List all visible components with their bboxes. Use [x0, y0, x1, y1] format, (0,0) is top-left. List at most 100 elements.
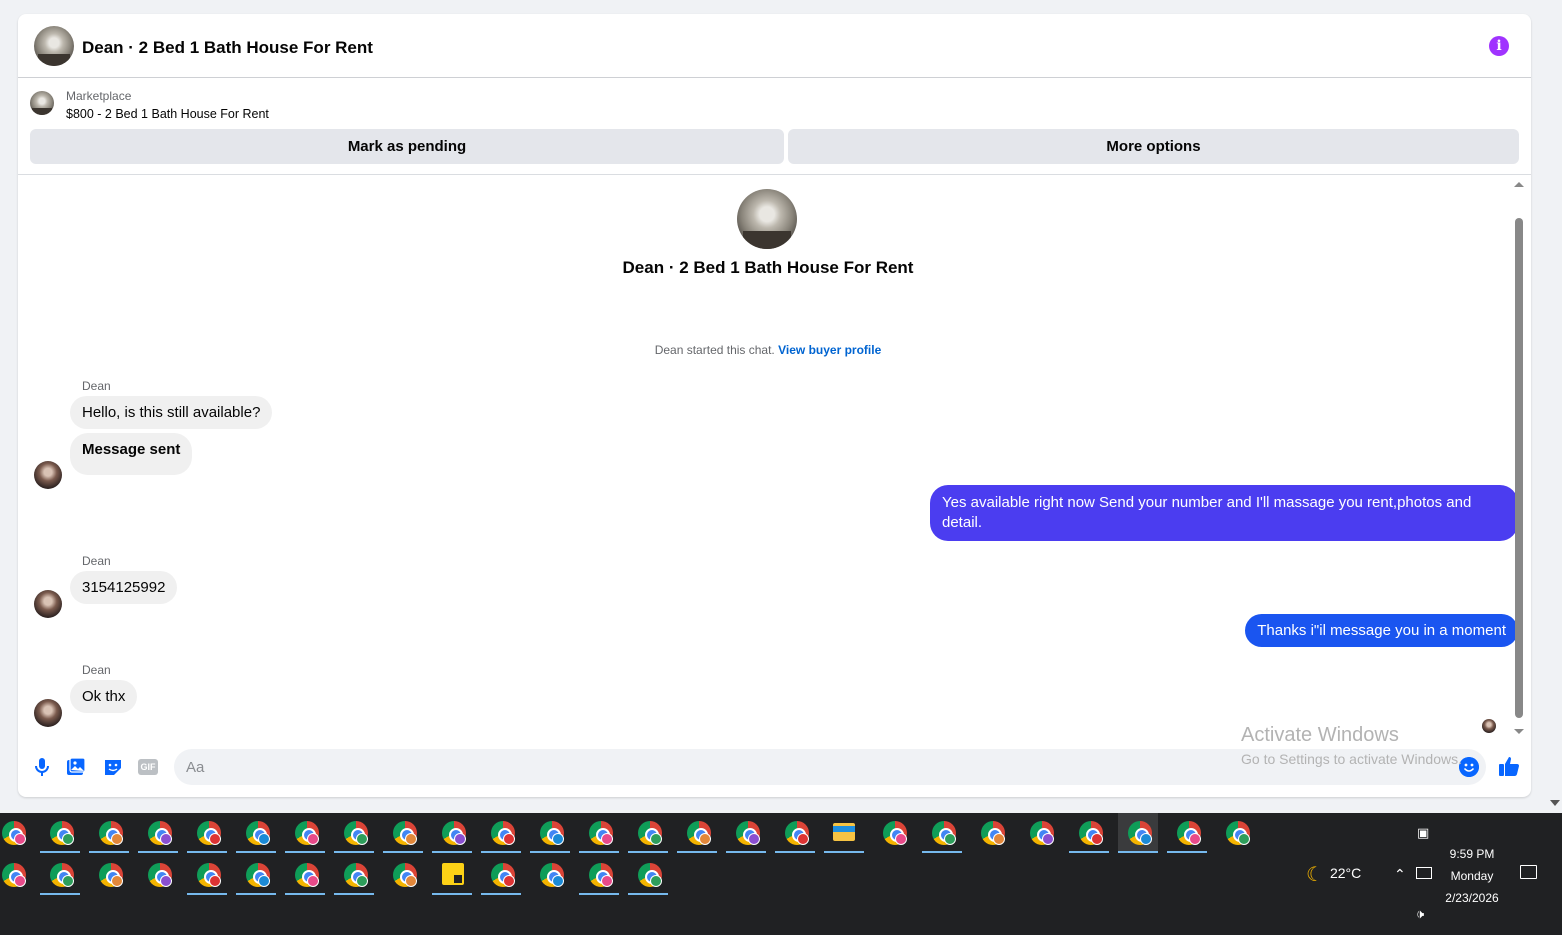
chrome-taskbar-icon[interactable] — [481, 855, 521, 895]
message-bubble-incoming[interactable]: Message sent — [70, 433, 193, 475]
running-indicator — [579, 893, 619, 895]
profile-badge-icon — [111, 875, 123, 887]
chrome-taskbar-icon[interactable] — [726, 813, 766, 853]
chrome-taskbar-icon[interactable] — [138, 813, 178, 853]
file-explorer-taskbar-icon[interactable] — [824, 813, 864, 853]
volume-icon[interactable]: 🕩 — [1416, 906, 1424, 922]
message-bubble-incoming[interactable]: Hello, is this still available? — [70, 396, 273, 429]
chrome-taskbar-icon[interactable] — [40, 813, 80, 853]
view-buyer-profile-link[interactable]: View buyer profile — [778, 343, 881, 357]
chrome-taskbar-icon[interactable] — [628, 855, 668, 895]
page-scroll-down-arrow[interactable] — [1550, 800, 1560, 806]
dean-avatar[interactable] — [34, 699, 62, 727]
chrome-taskbar-icon[interactable] — [1216, 813, 1256, 853]
more-options-button[interactable]: More options — [788, 129, 1519, 164]
gif-icon[interactable]: GIF — [138, 759, 158, 775]
chrome-taskbar-icon[interactable] — [677, 813, 717, 853]
thread-scrollbar[interactable] — [1511, 182, 1527, 734]
listing-source: Marketplace — [66, 89, 132, 103]
info-icon[interactable]: i — [1489, 36, 1509, 56]
chrome-taskbar-icon[interactable] — [334, 813, 374, 853]
profile-badge-icon — [405, 875, 417, 887]
chat-started-notice: Dean started this chat. View buyer profi… — [18, 343, 1518, 357]
scroll-up-arrow[interactable] — [1514, 182, 1524, 187]
notification-icon[interactable] — [1520, 865, 1537, 879]
chrome-taskbar-icon[interactable] — [285, 813, 325, 853]
profile-badge-icon — [356, 875, 368, 887]
chrome-taskbar-icon[interactable] — [334, 855, 374, 895]
chrome-taskbar-icon[interactable] — [1020, 813, 1060, 853]
running-indicator — [432, 893, 472, 895]
mark-as-pending-button[interactable]: Mark as pending — [30, 129, 784, 164]
message-bubble-outgoing[interactable]: Yes available right now Send your number… — [930, 485, 1518, 541]
profile-badge-icon — [601, 833, 613, 845]
network-icon[interactable] — [1416, 867, 1432, 879]
chrome-taskbar-icon[interactable] — [873, 813, 913, 853]
message-bubble-outgoing[interactable]: Thanks i"il message you in a moment — [1245, 614, 1518, 647]
profile-badge-icon — [552, 875, 564, 887]
chrome-taskbar-icon[interactable] — [236, 813, 276, 853]
profile-badge-icon — [405, 833, 417, 845]
profile-badge-icon — [209, 833, 221, 845]
message-thread[interactable]: Dean · 2 Bed 1 Bath House For Rent Dean … — [18, 176, 1518, 736]
thread-avatar[interactable] — [737, 189, 797, 249]
chrome-taskbar-icon[interactable] — [922, 813, 962, 853]
chrome-taskbar-icon[interactable] — [1118, 813, 1158, 853]
profile-badge-icon — [503, 833, 515, 845]
chrome-taskbar-icon[interactable] — [530, 855, 570, 895]
microphone-icon[interactable] — [32, 757, 52, 777]
profile-badge-icon — [258, 875, 270, 887]
chrome-taskbar-icon[interactable] — [1069, 813, 1109, 853]
profile-badge-icon — [62, 875, 74, 887]
chrome-taskbar-icon[interactable] — [1167, 813, 1207, 853]
chrome-taskbar-icon[interactable] — [89, 813, 129, 853]
watermark-subtitle: Go to Settings to activate Windows. — [1241, 751, 1462, 767]
sticky-notes-taskbar-icon[interactable] — [432, 855, 472, 895]
profile-badge-icon — [14, 833, 26, 845]
weather-widget[interactable]: ☾ 22°C — [1306, 862, 1361, 887]
scroll-down-arrow[interactable] — [1514, 729, 1524, 734]
dean-avatar[interactable] — [34, 590, 62, 618]
chrome-taskbar-icon[interactable] — [285, 855, 325, 895]
dean-avatar[interactable] — [34, 461, 62, 489]
listing-avatar[interactable] — [34, 26, 74, 66]
photo-icon[interactable] — [66, 757, 86, 777]
chrome-taskbar-icon[interactable] — [89, 855, 129, 895]
chrome-taskbar-icon[interactable] — [236, 855, 276, 895]
chrome-taskbar-icon[interactable] — [0, 813, 32, 853]
listing-price-title[interactable]: $800 - 2 Bed 1 Bath House For Rent — [66, 107, 269, 121]
chrome-taskbar-icon[interactable] — [0, 855, 32, 895]
chrome-taskbar-icon[interactable] — [579, 813, 619, 853]
chrome-taskbar-icon[interactable] — [481, 813, 521, 853]
clock-date: 2/23/2026 — [1445, 891, 1499, 905]
listing-thumbnail[interactable] — [30, 91, 54, 115]
profile-badge-icon — [993, 833, 1005, 845]
emoji-icon[interactable] — [1459, 757, 1479, 777]
chrome-taskbar-icon[interactable] — [530, 813, 570, 853]
chrome-taskbar-icon[interactable] — [40, 855, 80, 895]
running-indicator — [824, 851, 864, 853]
chrome-taskbar-icon[interactable] — [187, 855, 227, 895]
chevron-up-icon[interactable]: ⌃ — [1394, 866, 1406, 883]
chrome-taskbar-icon[interactable] — [383, 855, 423, 895]
chrome-taskbar-icon[interactable] — [775, 813, 815, 853]
meet-now-icon[interactable]: ▣ — [1417, 825, 1429, 841]
chrome-taskbar-icon[interactable] — [138, 855, 178, 895]
profile-badge-icon — [62, 833, 74, 845]
like-icon[interactable] — [1498, 755, 1520, 777]
sticker-icon[interactable] — [103, 757, 123, 777]
scroll-thumb[interactable] — [1515, 218, 1523, 718]
chrome-taskbar-icon[interactable] — [579, 855, 619, 895]
chrome-taskbar-icon[interactable] — [432, 813, 472, 853]
chrome-taskbar-icon[interactable] — [628, 813, 668, 853]
chat-title[interactable]: Dean · 2 Bed 1 Bath House For Rent — [82, 38, 373, 58]
chrome-taskbar-icon[interactable] — [383, 813, 423, 853]
message-bubble-incoming[interactable]: 3154125992 — [70, 571, 178, 604]
taskbar-clock[interactable]: 9:59 PM Monday 2/23/2026 — [1440, 843, 1504, 909]
message-bubble-incoming[interactable]: Ok thx — [70, 680, 138, 713]
clock-day: Monday — [1450, 869, 1494, 883]
activate-windows-watermark: Activate Windows Go to Settings to activ… — [1241, 724, 1462, 767]
chrome-taskbar-icon[interactable] — [187, 813, 227, 853]
chrome-taskbar-icon[interactable] — [971, 813, 1011, 853]
sender-name: Dean — [82, 554, 111, 568]
